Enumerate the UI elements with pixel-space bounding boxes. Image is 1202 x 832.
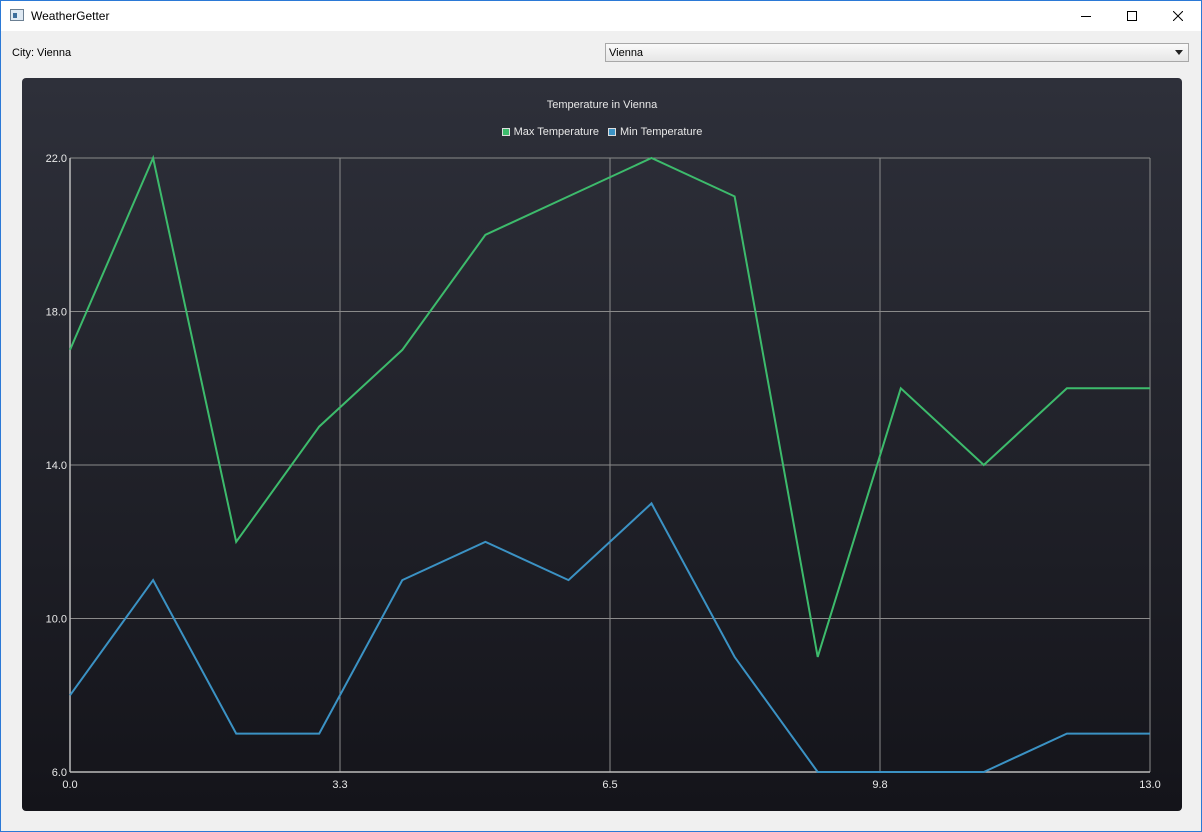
x-tick-label: 13.0 (1139, 779, 1160, 791)
y-tick-label: 22.0 (46, 153, 67, 165)
x-tick-label: 9.8 (872, 779, 887, 791)
city-dropdown[interactable]: Vienna (605, 43, 1189, 62)
city-dropdown-value: Vienna (609, 47, 644, 59)
x-tick-label: 3.3 (332, 779, 347, 791)
app-icon (10, 9, 24, 21)
y-tick-label: 6.0 (52, 767, 67, 779)
chevron-down-icon[interactable] (1175, 50, 1183, 55)
y-tick-label: 18.0 (46, 307, 67, 319)
app-window: WeatherGetter City: Vienna Vienna Temper… (0, 0, 1202, 832)
title-bar[interactable]: WeatherGetter (1, 1, 1201, 31)
line-chart: 0.0 3.3 6.5 9.8 13.0 22.0 18.0 14.0 10.0 6.0 (46, 153, 1161, 791)
chart-panel: Temperature in Vienna Max Temperature Mi… (22, 78, 1182, 811)
maximize-button[interactable] (1109, 1, 1155, 31)
x-tick-label: 0.0 (62, 779, 77, 791)
minimize-button[interactable] (1063, 1, 1109, 31)
y-tick-label: 10.0 (46, 614, 67, 626)
close-button[interactable] (1155, 1, 1201, 31)
window-title: WeatherGetter (31, 9, 110, 23)
minimize-icon (1081, 16, 1091, 17)
maximize-icon (1127, 11, 1137, 21)
x-tick-label: 6.5 (602, 779, 617, 791)
city-label: City: Vienna (12, 47, 72, 59)
close-icon (1173, 11, 1183, 21)
y-tick-label: 14.0 (46, 460, 67, 472)
